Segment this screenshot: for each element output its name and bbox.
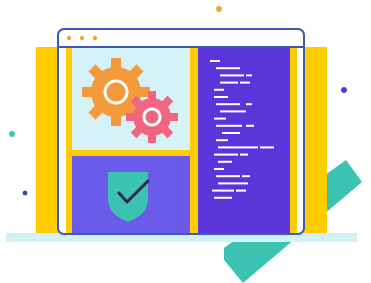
code-line <box>246 74 252 77</box>
illustration-canvas <box>0 0 371 283</box>
code-line <box>212 189 234 192</box>
code-line <box>220 74 244 77</box>
yellow-divider-horizontal <box>72 150 190 156</box>
code-line <box>214 96 228 98</box>
code-line <box>216 67 240 70</box>
code-line <box>214 117 226 120</box>
code-line <box>246 124 254 127</box>
code-line <box>220 81 238 84</box>
developer-settings-illustration <box>6 6 362 283</box>
code-line <box>242 175 250 178</box>
accent-dot-navy <box>22 190 28 196</box>
code-line <box>216 103 240 106</box>
code-line <box>216 175 240 178</box>
yellow-divider-mid <box>190 48 198 233</box>
code-line <box>218 146 258 149</box>
accent-dot-purple <box>341 87 347 93</box>
code-line <box>214 153 238 156</box>
code-line <box>246 103 252 106</box>
code-line <box>220 110 246 113</box>
code-line <box>240 81 250 84</box>
code-line <box>214 168 224 170</box>
code-line <box>210 60 220 62</box>
code-line <box>216 139 228 142</box>
code-line <box>240 153 248 156</box>
accent-dot-teal <box>9 131 15 137</box>
code-line <box>236 189 246 192</box>
yellow-divider-left <box>66 48 72 233</box>
code-line <box>260 146 274 149</box>
accent-dot-orange <box>216 6 222 12</box>
code-line <box>214 88 224 91</box>
code-line <box>222 132 240 134</box>
yellow-divider-right <box>290 48 297 233</box>
code-line <box>218 182 248 185</box>
code-line <box>214 196 232 199</box>
code-line <box>218 160 232 163</box>
code-line <box>216 124 242 127</box>
